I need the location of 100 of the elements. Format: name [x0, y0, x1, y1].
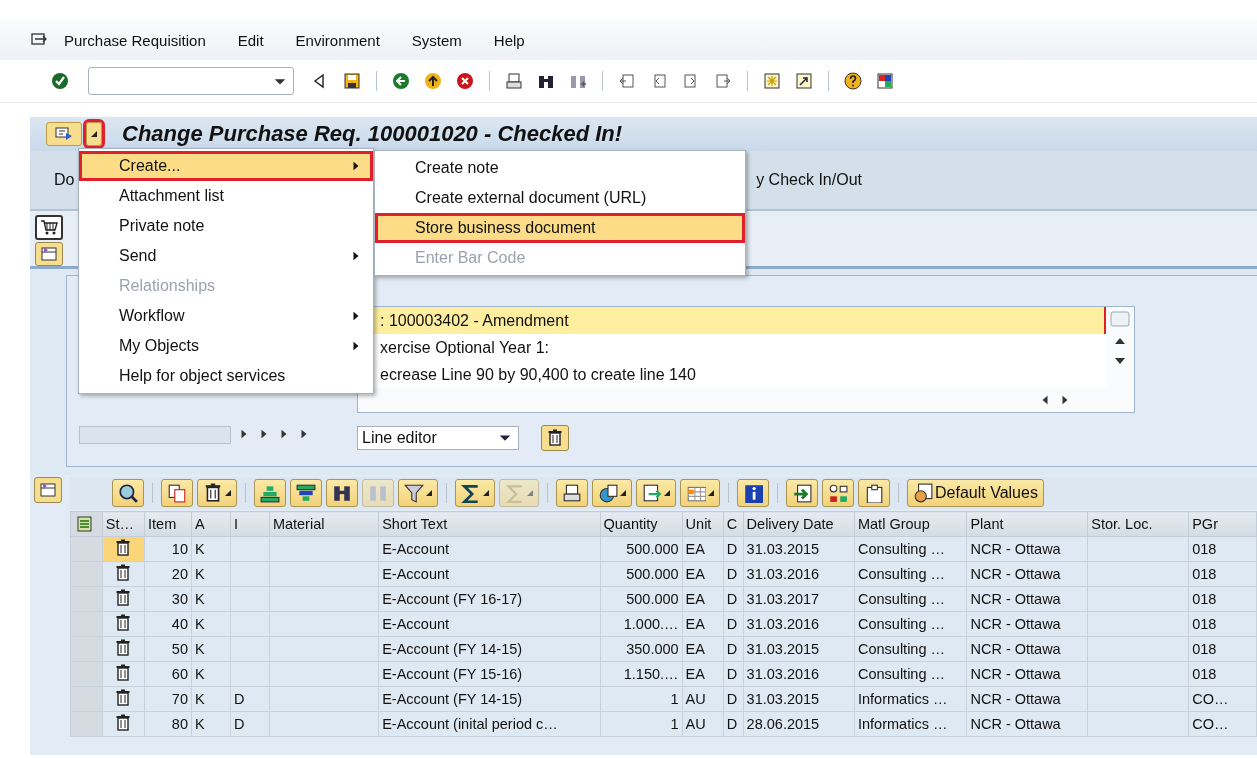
column-header[interactable]: PGr — [1188, 511, 1257, 537]
column-header[interactable]: Plant — [966, 511, 1088, 537]
text-editor[interactable]: : 100003402 - Amendment xercise Optional Year 1: ecrease Line 90 by 90,400 to create line 140 — [357, 306, 1135, 413]
table-cell: NCR - Ottawa — [966, 561, 1088, 587]
export-button[interactable] — [636, 479, 676, 507]
table-cell: Informatics … — [854, 686, 967, 712]
menu-item[interactable]: Create... — [79, 151, 373, 181]
cart-button[interactable] — [35, 215, 63, 240]
column-header[interactable]: A — [191, 511, 231, 537]
caret-icon — [664, 490, 670, 496]
scrollbar[interactable] — [79, 426, 231, 444]
table-cell: Consulting … — [854, 611, 967, 637]
table-cell: E-Account (inital period c… — [378, 711, 600, 737]
table-cell: E-Account — [378, 536, 600, 562]
table-cell: 500.000 — [600, 586, 683, 612]
return-icon — [392, 72, 410, 90]
information-button[interactable] — [737, 479, 769, 507]
cart-icon — [40, 218, 58, 237]
column-header[interactable]: Quantity — [600, 511, 683, 537]
menu-item[interactable]: Attachment list — [79, 181, 373, 211]
clipboard-icon — [864, 483, 884, 503]
column-header[interactable]: Matl Group — [854, 511, 967, 537]
information-icon — [743, 483, 763, 503]
menu-item[interactable]: Purchase Requisition — [48, 31, 222, 49]
print-button[interactable] — [556, 479, 588, 507]
scroll-arrow-icon — [259, 428, 269, 440]
filter-button[interactable] — [398, 479, 438, 507]
table-cell: NCR - Ottawa — [966, 586, 1088, 612]
object-services-button[interactable] — [46, 122, 82, 146]
table-cell: 31.03.2016 — [743, 661, 855, 687]
transfer-button[interactable] — [786, 479, 818, 507]
column-header[interactable]: I — [230, 511, 270, 537]
views-button[interactable] — [592, 479, 632, 507]
subtotal-icon — [505, 483, 525, 503]
table-cell: NCR - Ottawa — [966, 611, 1088, 637]
column-header[interactable]: Delivery Date — [743, 511, 855, 537]
table-cell: NCR - Ottawa — [966, 536, 1088, 562]
scroll-arrow-icon — [299, 428, 309, 440]
menu-item[interactable]: Create note — [375, 153, 745, 183]
filter-icon — [404, 483, 424, 503]
sort-ascending-icon — [260, 483, 280, 503]
table-cell: 1.150.… — [600, 661, 683, 687]
table-cell: 31.03.2015 — [743, 636, 855, 662]
table-cell: 1.000.… — [600, 611, 683, 637]
document-flow-button[interactable] — [822, 479, 854, 507]
menu-dropdown-button[interactable] — [86, 122, 102, 146]
scroll-box-icon — [1110, 311, 1130, 327]
editor-line: ecrease Line 90 by 90,400 to create line 140 — [379, 364, 697, 385]
menu-item[interactable]: Store business document — [375, 213, 745, 243]
table-cell: 31.03.2016 — [743, 561, 855, 587]
sum-button[interactable] — [455, 479, 495, 507]
menu-item[interactable]: Send — [79, 241, 373, 271]
expand-header-button[interactable] — [35, 241, 63, 266]
menu-item[interactable]: Help — [477, 31, 541, 49]
table-cell: 31.03.2017 — [743, 586, 855, 612]
print-icon — [562, 483, 582, 503]
menu-item[interactable]: Private note — [79, 211, 373, 241]
column-header[interactable]: St… — [102, 511, 145, 537]
collapse-button[interactable] — [34, 477, 62, 503]
sort-descending-icon — [296, 483, 316, 503]
table-cell: 31.03.2016 — [743, 611, 855, 637]
table-cell: 1 — [600, 711, 683, 737]
command-field[interactable] — [88, 67, 294, 95]
toolbar-button[interactable]: y Check In/Out — [756, 171, 862, 189]
table-cell: 500.000 — [600, 561, 683, 587]
copy-button[interactable] — [161, 479, 193, 507]
menu-item[interactable]: Create external document (URL) — [375, 183, 745, 213]
delete-button[interactable] — [541, 425, 569, 451]
document-flow-icon — [828, 483, 848, 503]
details-button[interactable] — [112, 479, 144, 507]
delete-row-button[interactable] — [197, 479, 237, 507]
help-button[interactable] — [841, 69, 865, 93]
default-values-button[interactable]: Default Values — [907, 479, 1044, 507]
trash-icon — [114, 538, 133, 557]
sort-ascending-button[interactable] — [254, 479, 286, 507]
menu-item[interactable]: Environment — [279, 31, 396, 49]
column-header[interactable]: Item — [144, 511, 192, 537]
table-cell: Consulting … — [854, 661, 967, 687]
table-cell: E-Account (FY 14-15) — [378, 636, 600, 662]
column-header[interactable]: Short Text — [378, 511, 600, 537]
table-cell: Consulting … — [854, 561, 967, 587]
panel-icon — [40, 244, 58, 263]
sort-descending-button[interactable] — [290, 479, 322, 507]
column-header[interactable]: Stor. Loc. — [1087, 511, 1189, 537]
column-header[interactable]: Material — [269, 511, 379, 537]
editor-mode-dropdown[interactable]: Line editor — [357, 426, 519, 450]
layout-button[interactable] — [680, 479, 720, 507]
editor-line: xercise Optional Year 1: — [379, 337, 550, 358]
clipboard-button[interactable] — [858, 479, 890, 507]
column-header[interactable]: Unit — [682, 511, 724, 537]
cancel-icon — [456, 72, 474, 90]
table-cell: Consulting … — [854, 636, 967, 662]
sum-icon — [461, 483, 481, 503]
table-cell: Consulting … — [854, 536, 967, 562]
menu-item[interactable]: Edit — [221, 31, 280, 49]
toolbar-button[interactable]: Do — [54, 171, 75, 189]
table-cell: E-Account — [378, 561, 600, 587]
menu-item[interactable]: System — [395, 31, 478, 49]
panel-icon — [39, 481, 57, 499]
find-button[interactable] — [326, 479, 358, 507]
